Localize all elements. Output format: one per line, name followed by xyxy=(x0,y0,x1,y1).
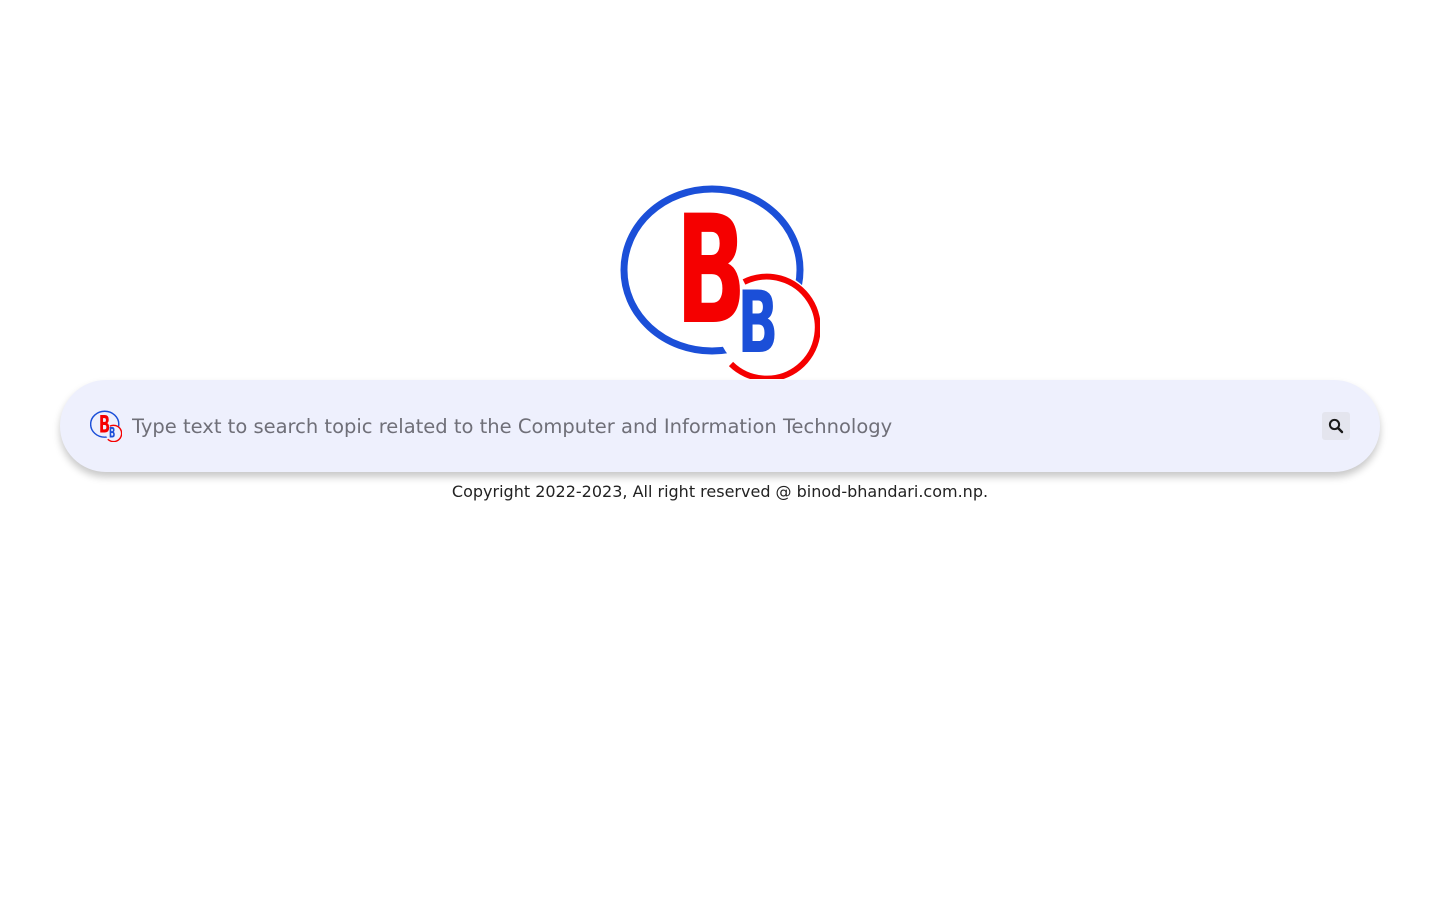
svg-text:B: B xyxy=(99,410,110,439)
svg-text:B: B xyxy=(109,424,115,441)
copyright-text: Copyright 2022-2023, All right reserved … xyxy=(451,482,989,501)
search-input[interactable] xyxy=(132,406,1322,446)
logo-big-letter: B xyxy=(676,184,747,358)
page: B B B B Copyright 2022-2023, All xyxy=(0,0,1440,900)
search-button[interactable] xyxy=(1322,412,1350,440)
search-icon xyxy=(1328,418,1344,434)
logo-small-letter: B xyxy=(738,273,779,373)
site-logo[interactable]: B B xyxy=(620,183,820,379)
mini-logo-icon: B B xyxy=(90,410,122,442)
search-bar: B B xyxy=(60,380,1380,472)
